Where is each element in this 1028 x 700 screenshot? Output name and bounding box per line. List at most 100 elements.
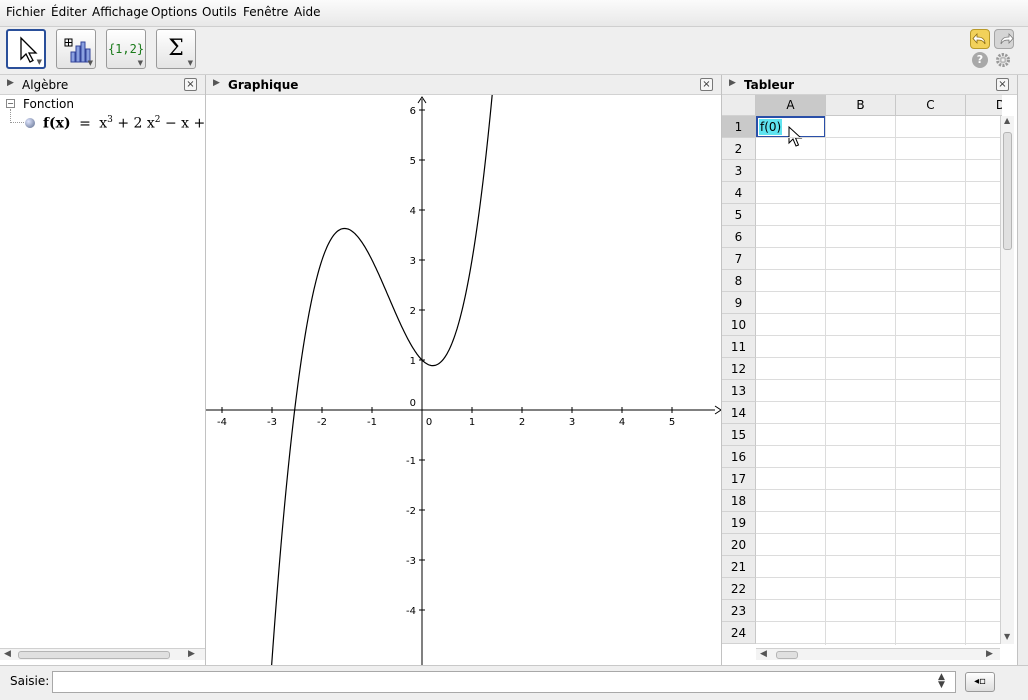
scroll-left-arrow-icon[interactable]: ◀	[4, 649, 11, 659]
input-label: Saisie:	[10, 674, 50, 688]
function-term-x: x	[99, 115, 108, 132]
row-header-24[interactable]: 24	[722, 622, 756, 644]
scroll-thumb[interactable]	[776, 651, 798, 659]
function-term-2x: + 2 x	[112, 115, 155, 132]
input-field[interactable]	[52, 671, 956, 693]
close-icon[interactable]: ×	[184, 78, 197, 91]
y-tick-label: 1	[410, 356, 416, 367]
menu-outils[interactable]: Outils	[202, 5, 237, 19]
tree-collapse-icon[interactable]: −	[6, 99, 15, 108]
menu-bar: Fichier Éditer Affichage Options Outils …	[0, 0, 1028, 27]
row-header-12[interactable]: 12	[722, 358, 756, 380]
x-axis-arrow-icon	[714, 405, 721, 415]
row-header-16[interactable]: 16	[722, 446, 756, 468]
y-tick-label: 4	[410, 206, 416, 217]
x-tick-label: -4	[217, 417, 227, 428]
redo-icon[interactable]	[994, 29, 1014, 49]
list-braces-icon: {1,2}	[107, 42, 145, 56]
scroll-right-arrow-icon[interactable]: ▶	[188, 649, 195, 659]
right-edge-strip	[1018, 75, 1028, 665]
x-tick-label: 1	[469, 417, 475, 428]
help-icon[interactable]: ?	[972, 52, 988, 68]
scroll-right-arrow-icon[interactable]: ▶	[986, 649, 993, 659]
close-icon[interactable]: ×	[700, 78, 713, 91]
row-header-6[interactable]: 6	[722, 226, 756, 248]
row-header-14[interactable]: 14	[722, 402, 756, 424]
menu-aide[interactable]: Aide	[294, 5, 321, 19]
row-header-19[interactable]: 19	[722, 512, 756, 534]
x-tick-label: -1	[367, 417, 377, 428]
row-header-22[interactable]: 22	[722, 578, 756, 600]
spreadsheet-view: ▶ Tableur × A B C D 1 2 3 4 5 6 7 8 9 10 11 12 13 14 1…	[722, 75, 1018, 665]
keyboard-toggle-icon[interactable]: ◂▫	[965, 672, 995, 692]
row-header-10[interactable]: 10	[722, 314, 756, 336]
history-updown-icon[interactable]: ▲ ▼	[938, 673, 945, 690]
row-header-20[interactable]: 20	[722, 534, 756, 556]
list-tool-button[interactable]: {1,2} ▼	[106, 29, 146, 69]
bar-chart-tool-button[interactable]: ▼	[56, 29, 96, 69]
column-header-a[interactable]: A	[756, 95, 826, 116]
row-header-2[interactable]: 2	[722, 138, 756, 160]
algebra-horizontal-scrollbar[interactable]: ◀ ▶	[0, 648, 205, 660]
y-tick-label: -1	[406, 456, 416, 467]
menu-editer[interactable]: Éditer	[51, 5, 87, 19]
spreadsheet-header: ▶ Tableur ×	[722, 75, 1017, 95]
close-icon[interactable]: ×	[996, 78, 1009, 91]
undo-icon[interactable]	[970, 29, 990, 49]
graphics-title: Graphique	[228, 78, 299, 92]
row-header-3[interactable]: 3	[722, 160, 756, 182]
row-header-7[interactable]: 7	[722, 248, 756, 270]
scroll-thumb[interactable]	[1003, 132, 1012, 250]
row-header-13[interactable]: 13	[722, 380, 756, 402]
cell-editor[interactable]: f(0)	[759, 119, 783, 135]
column-header-b[interactable]: B	[826, 95, 896, 116]
collapse-triangle-icon[interactable]: ▶	[729, 78, 736, 88]
x-tick-label: 2	[519, 417, 525, 428]
tool-menu-triangle-icon: ▼	[36, 58, 42, 66]
function-definition[interactable]: f(x) = x3 + 2 x2 − x + 1	[43, 115, 219, 132]
row-header-21[interactable]: 21	[722, 556, 756, 578]
collapse-triangle-icon[interactable]: ▶	[213, 78, 220, 88]
x-tick-label: 0	[426, 417, 432, 428]
corner-cell[interactable]	[722, 95, 756, 116]
collapse-triangle-icon[interactable]: ▶	[7, 78, 14, 88]
row-header-11[interactable]: 11	[722, 336, 756, 358]
input-bar: Saisie: ▲ ▼ ◂▫	[0, 665, 1028, 700]
column-gridline	[965, 116, 966, 645]
menu-options[interactable]: Options	[151, 5, 197, 19]
sum-tool-button[interactable]: Σ ▼	[156, 29, 196, 69]
column-gridline	[895, 116, 896, 645]
y-tick-label: -4	[406, 606, 416, 617]
row-header-23[interactable]: 23	[722, 600, 756, 622]
scroll-up-arrow-icon[interactable]: ▲	[1004, 116, 1010, 125]
x-tick-label: 3	[569, 417, 575, 428]
function-lhs: f(x)	[43, 115, 71, 132]
row-header-15[interactable]: 15	[722, 424, 756, 446]
column-header-c[interactable]: C	[896, 95, 966, 116]
visibility-toggle-icon[interactable]	[25, 118, 35, 128]
row-header-5[interactable]: 5	[722, 204, 756, 226]
y-tick-label: 0	[410, 398, 416, 409]
spreadsheet-grid[interactable]: A B C D 1 2 3 4 5 6 7 8 9 10 11 12 13 14 15 16 17 18 19 20 2…	[722, 95, 1002, 645]
row-header-18[interactable]: 18	[722, 490, 756, 512]
row-header-1[interactable]: 1	[722, 116, 756, 138]
move-tool-button[interactable]: ▼	[6, 29, 46, 69]
column-header-d[interactable]: D	[966, 95, 1002, 116]
graphics-canvas[interactable]: -4 -3 -2 -1 0 1 2 3 4 5 6 5 4 3 2 1 0 -1 -2 -3 -4	[206, 95, 721, 665]
settings-icon[interactable]	[995, 52, 1011, 68]
algebra-title: Algèbre	[22, 78, 69, 92]
spreadsheet-horizontal-scrollbar[interactable]: ◀ ▶	[756, 648, 1000, 660]
menu-affichage[interactable]: Affichage	[92, 5, 148, 19]
menu-fichier[interactable]: Fichier	[6, 5, 45, 19]
scroll-down-arrow-icon[interactable]: ▼	[1004, 632, 1010, 641]
y-tick-label: 3	[410, 256, 416, 267]
row-header-9[interactable]: 9	[722, 292, 756, 314]
row-header-17[interactable]: 17	[722, 468, 756, 490]
spreadsheet-vertical-scrollbar[interactable]: ▲ ▼	[1000, 116, 1014, 644]
row-header-8[interactable]: 8	[722, 270, 756, 292]
menu-fenetre[interactable]: Fenêtre	[243, 5, 288, 19]
graphics-header: ▶ Graphique ×	[206, 75, 721, 95]
scroll-thumb[interactable]	[18, 651, 170, 659]
row-header-4[interactable]: 4	[722, 182, 756, 204]
scroll-left-arrow-icon[interactable]: ◀	[760, 649, 767, 659]
